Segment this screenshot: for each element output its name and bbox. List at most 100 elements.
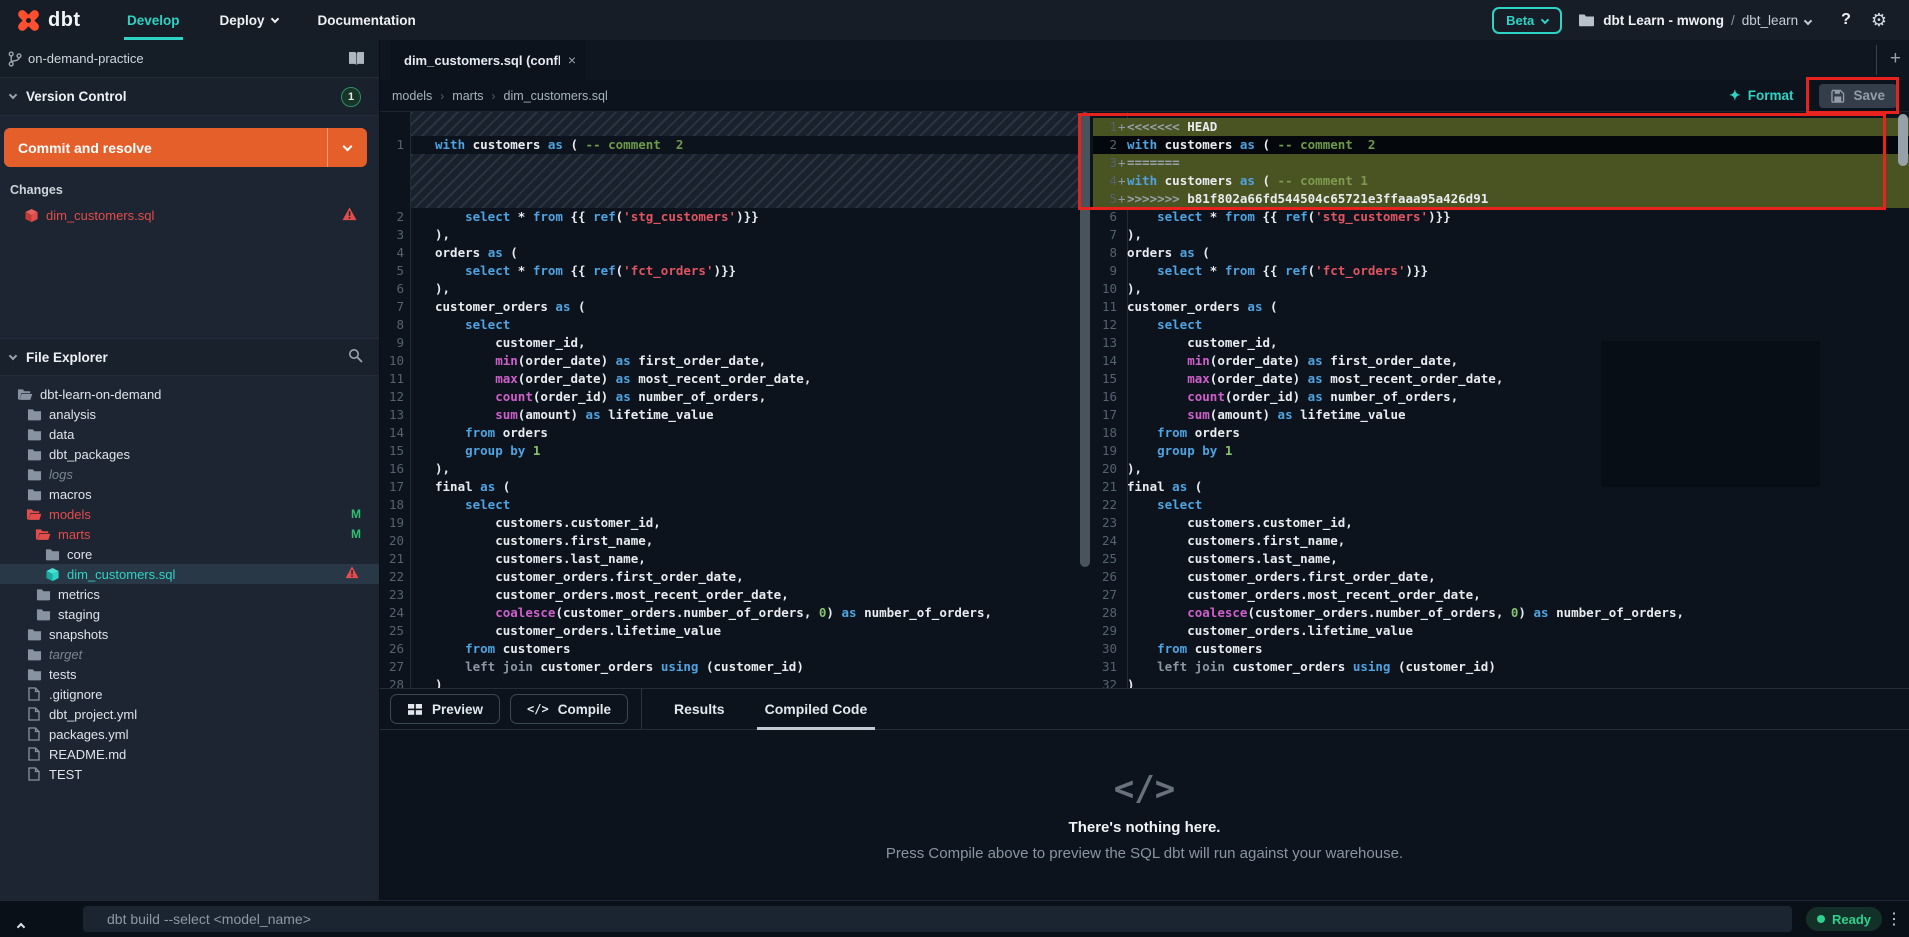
breadcrumb-item[interactable]: marts <box>452 89 483 103</box>
kebab-menu-icon[interactable]: ⋮ <box>1886 910 1902 929</box>
code-line[interactable]: 6), <box>380 280 1078 298</box>
code-line[interactable]: 22 customer_orders.first_order_date, <box>380 568 1078 586</box>
beta-dropdown[interactable]: Beta <box>1492 7 1562 34</box>
tab-dim-customers[interactable]: dim_customers.sql (confli... × <box>390 40 586 80</box>
code-line[interactable]: 25 customers.last_name, <box>1093 550 1909 568</box>
code-line[interactable]: 15 group by 1 <box>380 442 1078 460</box>
code-line[interactable]: 21 customers.last_name, <box>380 550 1078 568</box>
tab-results[interactable]: Results <box>666 688 733 730</box>
chevron-down-icon[interactable] <box>1804 17 1812 25</box>
code-line[interactable]: 13 customer_id, <box>1093 334 1909 352</box>
code-line[interactable]: 11 max(order_date) as most_recent_order_… <box>380 370 1078 388</box>
code-line[interactable]: 13 sum(amount) as lifetime_value <box>380 406 1078 424</box>
changed-file-row[interactable]: dim_customers.sql <box>0 205 379 225</box>
code-line[interactable]: 17final as ( <box>380 478 1078 496</box>
tree-item-packages-yml[interactable]: packages.yml <box>0 724 379 744</box>
tree-item-tests[interactable]: tests <box>0 664 379 684</box>
code-line[interactable]: 20 customers.first_name, <box>380 532 1078 550</box>
tab-compiled-code[interactable]: Compiled Code <box>757 688 876 730</box>
code-line[interactable]: 11customer_orders as ( <box>1093 298 1909 316</box>
editor-scrollbar[interactable] <box>1898 114 1908 166</box>
code-line[interactable]: 28) <box>380 676 1078 688</box>
code-line[interactable]: 27 customer_orders.most_recent_order_dat… <box>1093 586 1909 604</box>
version-control-header[interactable]: Version Control 1 <box>0 78 379 116</box>
code-line[interactable]: 6 select * from {{ ref('stg_customers')}… <box>1093 208 1909 226</box>
new-tab-icon[interactable]: + <box>1890 48 1901 70</box>
code-line[interactable]: 15 max(order_date) as most_recent_order_… <box>1093 370 1909 388</box>
nav-item-deploy[interactable]: Deploy <box>217 0 281 40</box>
code-line[interactable]: 2with customers as ( -- comment 2 <box>1093 136 1909 154</box>
tree-item-analysis[interactable]: analysis <box>0 404 379 424</box>
help-icon[interactable]: ? <box>1841 11 1851 29</box>
left-pane-scrollbar[interactable] <box>1080 112 1090 567</box>
code-line[interactable]: 4+with customers as ( -- comment 1 <box>1093 172 1909 190</box>
code-line[interactable]: 30 from customers <box>1093 640 1909 658</box>
code-line[interactable]: 1+<<<<<<< HEAD <box>1093 118 1909 136</box>
code-line[interactable]: 19 group by 1 <box>1093 442 1909 460</box>
breadcrumb-item[interactable]: models <box>392 89 432 103</box>
code-line[interactable]: 22 select <box>1093 496 1909 514</box>
diff-editor[interactable]: 1with customers as ( -- comment 2 2 selec… <box>380 112 1909 688</box>
code-line[interactable]: 23 customer_orders.most_recent_order_dat… <box>380 586 1078 604</box>
code-line[interactable]: 5+>>>>>>> b81f802a66fd544504c65721e3ffaa… <box>1093 190 1909 208</box>
tree-item-dbt-project-yml[interactable]: dbt_project.yml <box>0 704 379 724</box>
tree-item-models[interactable]: modelsM <box>0 504 379 524</box>
account-name[interactable]: dbt Learn - mwong <box>1603 13 1724 28</box>
tree-item-logs[interactable]: logs <box>0 464 379 484</box>
code-line[interactable]: 14 min(order_date) as first_order_date, <box>1093 352 1909 370</box>
code-line[interactable]: 1with customers as ( -- comment 2 <box>380 136 1078 154</box>
code-line[interactable]: 24 customers.first_name, <box>1093 532 1909 550</box>
code-line[interactable]: 9 customer_id, <box>380 334 1078 352</box>
commit-and-resolve-button[interactable]: Commit and resolve <box>4 128 367 167</box>
diff-pane-incoming[interactable]: 1+<<<<<<< HEAD2with customers as ( -- co… <box>1093 112 1909 688</box>
tree-item-marts[interactable]: martsM <box>0 524 379 544</box>
tree-item-data[interactable]: data <box>0 424 379 444</box>
code-line[interactable]: 7), <box>1093 226 1909 244</box>
code-line[interactable]: 28 coalesce(customer_orders.number_of_or… <box>1093 604 1909 622</box>
commit-options-dropdown[interactable] <box>327 128 367 167</box>
code-line[interactable]: 26 customer_orders.first_order_date, <box>1093 568 1909 586</box>
code-line[interactable]: 16), <box>380 460 1078 478</box>
code-line[interactable]: 10 min(order_date) as first_order_date, <box>380 352 1078 370</box>
format-button[interactable]: ✦ Format <box>1729 87 1794 104</box>
tree-item-metrics[interactable]: metrics <box>0 584 379 604</box>
save-button[interactable]: Save <box>1819 84 1897 108</box>
branch-selector[interactable]: on-demand-practice <box>0 40 379 78</box>
code-line[interactable]: 18 select <box>380 496 1078 514</box>
nav-item-develop[interactable]: Develop <box>124 0 183 40</box>
code-line[interactable]: 4orders as ( <box>380 244 1078 262</box>
code-line[interactable]: 21final as ( <box>1093 478 1909 496</box>
code-line[interactable]: 17 sum(amount) as lifetime_value <box>1093 406 1909 424</box>
code-line[interactable]: 20), <box>1093 460 1909 478</box>
collapse-panel-button[interactable] <box>18 917 24 935</box>
gear-icon[interactable]: ⚙ <box>1871 10 1887 31</box>
command-input[interactable] <box>83 906 1792 932</box>
code-line[interactable]: 3+======= <box>1093 154 1909 172</box>
diff-pane-current[interactable]: 1with customers as ( -- comment 2 2 selec… <box>380 112 1078 688</box>
search-icon[interactable] <box>348 348 363 363</box>
tree-item-dbt-packages[interactable]: dbt_packages <box>0 444 379 464</box>
tree-item-dim-customers-sql[interactable]: dim_customers.sql <box>0 564 379 584</box>
code-line[interactable]: 19 customers.customer_id, <box>380 514 1078 532</box>
code-line[interactable]: 31 left join customer_orders using (cust… <box>1093 658 1909 676</box>
code-line[interactable]: 5 select * from {{ ref('fct_orders')}} <box>380 262 1078 280</box>
tree-item-macros[interactable]: macros <box>0 484 379 504</box>
file-explorer-header[interactable]: File Explorer <box>0 338 379 376</box>
project-name[interactable]: dbt_learn <box>1742 13 1798 28</box>
code-line[interactable]: 8 select <box>380 316 1078 334</box>
code-line[interactable]: 18 from orders <box>1093 424 1909 442</box>
code-line[interactable]: 7customer_orders as ( <box>380 298 1078 316</box>
code-line[interactable]: 2 select * from {{ ref('stg_customers')}… <box>380 208 1078 226</box>
tree-item-dbt-learn-on-demand[interactable]: dbt-learn-on-demand <box>0 384 379 404</box>
code-line[interactable]: 10), <box>1093 280 1909 298</box>
code-line[interactable]: 8orders as ( <box>1093 244 1909 262</box>
code-line[interactable]: 12 select <box>1093 316 1909 334</box>
code-line[interactable]: 3), <box>380 226 1078 244</box>
code-line[interactable]: 32) <box>1093 676 1909 688</box>
code-line[interactable]: 24 coalesce(customer_orders.number_of_or… <box>380 604 1078 622</box>
code-line[interactable]: 27 left join customer_orders using (cust… <box>380 658 1078 676</box>
code-line[interactable]: 23 customers.customer_id, <box>1093 514 1909 532</box>
code-line[interactable]: 26 from customers <box>380 640 1078 658</box>
tree-item-staging[interactable]: staging <box>0 604 379 624</box>
code-line[interactable]: 14 from orders <box>380 424 1078 442</box>
